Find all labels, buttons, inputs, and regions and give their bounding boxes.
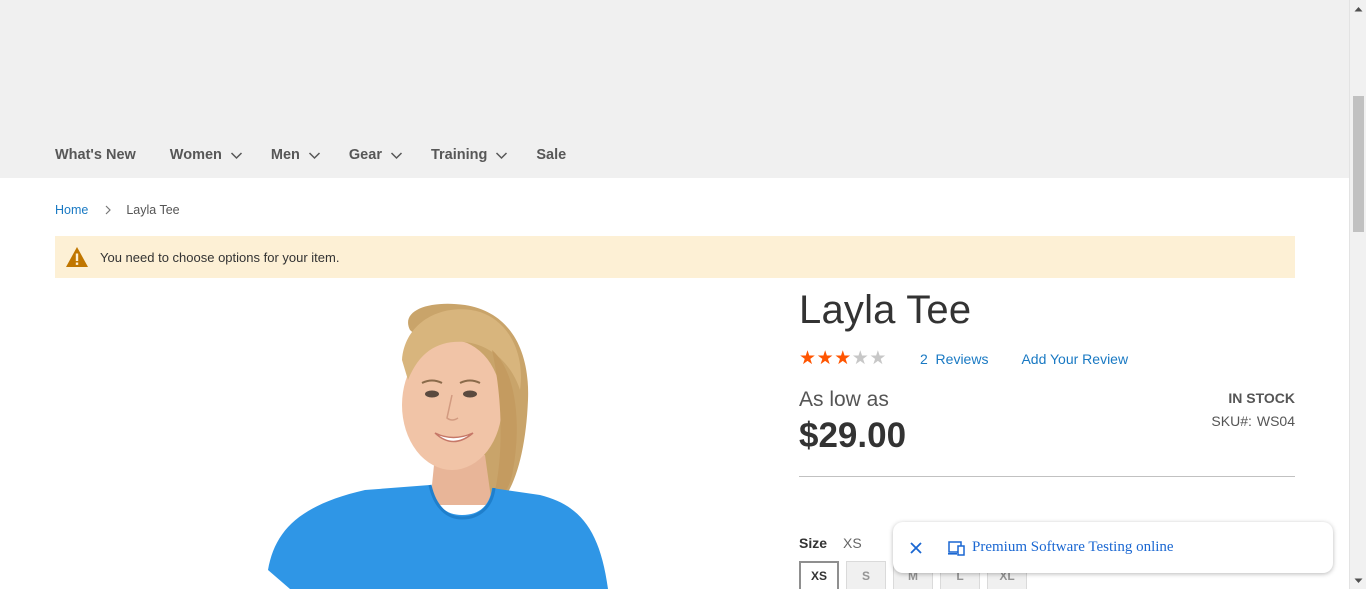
star-filled-icon: ★ [799,348,817,369]
star-filled-icon: ★ [816,348,834,369]
reviews-label: Reviews [935,351,989,367]
promo-toast-link[interactable]: Premium Software Testing online [972,539,1174,556]
nav-item-label: Men [270,147,300,163]
options-warning-notice: You need to choose options for your item… [55,236,1295,278]
product-photo [230,290,630,589]
breadcrumb-home-link[interactable]: Home [55,203,88,217]
price-box: As low as $29.00 IN STOCK SKU#: WS04 [799,388,1295,468]
scrollbar-thumb[interactable] [1353,96,1364,232]
star-empty-icon: ★ [869,348,887,369]
rating-stars: ★ ★ ★ ★ ★ [799,348,887,369]
stock-status: IN STOCK [1228,390,1295,406]
nav-item-women[interactable]: Women [170,147,243,163]
chevron-down-icon [390,151,402,159]
nav-item-label: Training [430,147,488,163]
size-swatch-xs[interactable]: XS [798,560,840,589]
nav-item-men[interactable]: Men [271,147,321,163]
notice-message: You need to choose options for your item… [100,249,340,265]
chevron-right-icon [105,205,112,215]
warning-icon [66,247,88,267]
size-selected-value: XS [843,535,862,551]
chevron-down-icon [496,151,508,159]
vertical-scrollbar[interactable] [1349,0,1366,589]
main-navigation: What's New Women Men Gear Training Sale [55,140,594,170]
product-page: What's New Women Men Gear Training Sale [0,0,1349,589]
nav-item-gear[interactable]: Gear [349,147,403,163]
sku-line: SKU#: WS04 [1211,413,1295,429]
reviews-summary: ★ ★ ★ ★ ★ 2 Reviews Add Your Review [799,348,1295,369]
nav-item-sale[interactable]: Sale [536,147,566,163]
nav-item-label: Gear [348,147,382,163]
scroll-down-arrow-icon[interactable] [1350,572,1366,589]
breadcrumb-current: Layla Tee [126,203,180,217]
product-image[interactable] [230,290,630,589]
devices-icon [948,540,965,556]
breadcrumb: Home Layla Tee [55,203,180,217]
reviews-link[interactable]: 2 Reviews [920,351,988,367]
reviews-count: 2 [919,351,928,367]
nav-item-label: Women [169,147,222,163]
nav-item-label: Sale [536,147,567,163]
nav-item-whats-new[interactable]: What's New [55,147,136,163]
star-filled-icon: ★ [834,348,852,369]
nav-item-label: What's New [55,147,136,163]
stock-info: IN STOCK SKU#: WS04 [1211,390,1295,429]
size-label: Size [799,535,828,551]
product-title: Layla Tee [799,288,972,332]
add-review-link[interactable]: Add Your Review [1021,351,1128,367]
sku-value: WS04 [1256,413,1295,429]
promo-toast: Premium Software Testing online [893,522,1333,573]
star-empty-icon: ★ [851,348,869,369]
chevron-down-icon [308,151,320,159]
nav-item-training[interactable]: Training [431,147,508,163]
divider [799,476,1295,477]
scroll-up-arrow-icon[interactable] [1350,0,1366,17]
close-icon[interactable] [908,540,924,556]
site-header: What's New Women Men Gear Training Sale [0,0,1349,178]
size-swatch-s[interactable]: S [846,561,886,589]
chevron-down-icon [230,151,242,159]
sku-label: SKU#: [1211,413,1252,429]
